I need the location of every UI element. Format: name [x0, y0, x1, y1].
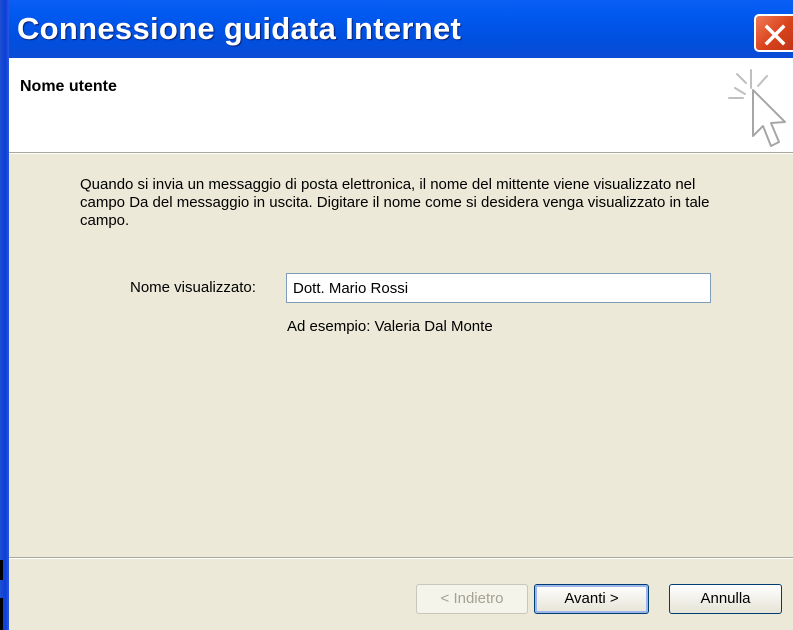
display-name-label: Nome visualizzato:	[130, 279, 256, 296]
close-button[interactable]	[754, 14, 793, 52]
title-bar[interactable]: Connessione guidata Internet	[9, 0, 793, 58]
wizard-header: Nome utente	[9, 58, 793, 152]
wizard-cursor-icon	[728, 69, 786, 147]
cancel-button[interactable]: Annulla	[669, 584, 782, 614]
description-text: Quando si invia un messaggio di posta el…	[80, 176, 710, 229]
next-button[interactable]: Avanti >	[534, 584, 649, 614]
wizard-window: Connessione guidata Internet Nome utente…	[0, 0, 793, 630]
window-frame-left	[0, 0, 9, 630]
example-hint: Ad esempio: Valeria Dal Monte	[287, 318, 493, 335]
page-title: Nome utente	[20, 78, 117, 95]
window-title: Connessione guidata Internet	[17, 11, 462, 46]
back-button[interactable]: < Indietro	[416, 584, 528, 614]
display-name-input[interactable]	[286, 273, 711, 303]
close-icon	[764, 24, 786, 46]
